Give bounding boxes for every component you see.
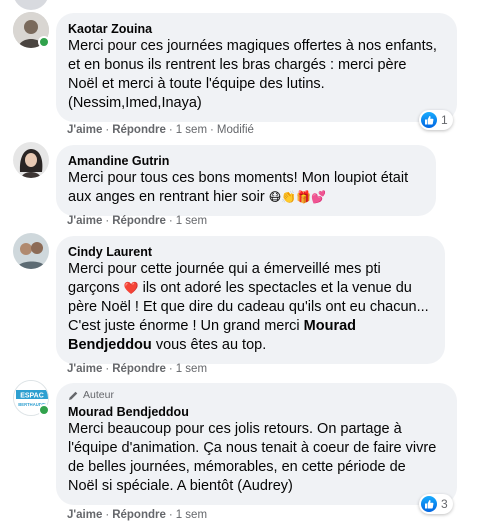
comment-actions: J'aime · Répondre · 1 sem [67, 363, 208, 375]
reply-button[interactable]: Répondre [112, 124, 166, 136]
avatar-partial[interactable] [13, 0, 49, 10]
reply-button[interactable]: Répondre [112, 509, 166, 521]
author-badge: Auteur [68, 389, 445, 402]
emoji-gift: 🎁 [296, 190, 312, 205]
comment-actions: J'aime · Répondre · 1 sem [67, 509, 208, 521]
reply-button[interactable]: Répondre [112, 215, 166, 227]
comment-bubble: Auteur Mourad Bendjeddou Merci beaucoup … [56, 383, 457, 505]
comment-bubble: Amandine Gutrin Merci pour tous ces bons… [56, 145, 436, 216]
like-button[interactable]: J'aime [67, 509, 102, 521]
like-reaction-icon [421, 112, 437, 128]
comment-text: Merci pour cette journée qui a émerveill… [68, 261, 429, 353]
reaction-summary[interactable]: 3 [419, 494, 453, 514]
comment-text: Merci pour tous ces bons moments! Mon lo… [68, 170, 409, 205]
reaction-count: 1 [441, 113, 448, 127]
reply-button[interactable]: Répondre [112, 363, 166, 375]
like-button[interactable]: J'aime [67, 363, 102, 375]
timestamp[interactable]: 1 sem [176, 215, 207, 227]
svg-text:ESPAC: ESPAC [20, 393, 44, 400]
comment-actions: J'aime · Répondre · 1 sem [67, 215, 208, 227]
avatar[interactable] [13, 233, 49, 269]
comment-bubble: Cindy Laurent Merci pour cette journée q… [56, 236, 445, 364]
emoji-red-heart: ❤️ [123, 281, 139, 296]
emoji-hearts: 💕 [311, 190, 327, 205]
mention-link[interactable]: Mourad [304, 318, 356, 334]
comment-author[interactable]: Mourad Bendjeddou [68, 404, 445, 420]
comment-author[interactable]: Kaotar Zouina [68, 21, 445, 37]
timestamp[interactable]: 1 sem [176, 509, 207, 521]
online-status-dot [38, 404, 50, 416]
comment-text: Merci beaucoup pour ces jolis retours. O… [68, 421, 437, 494]
avatar-image [13, 142, 49, 178]
like-button[interactable]: J'aime [67, 215, 102, 227]
comment-author[interactable]: Cindy Laurent [68, 244, 433, 260]
avatar-image [13, 233, 49, 269]
mention-link[interactable]: Bendjeddou [68, 337, 152, 353]
comment-author[interactable]: Amandine Gutrin [68, 153, 424, 169]
avatar[interactable] [13, 142, 49, 178]
pencil-icon [68, 390, 79, 401]
comment-actions: J'aime · Répondre · 1 sem · Modifié [67, 124, 254, 136]
comment-bubble: Kaotar Zouina Merci pour ces journées ma… [56, 13, 457, 122]
timestamp[interactable]: 1 sem [176, 363, 207, 375]
comment-text: Merci pour ces journées magiques offerte… [68, 38, 437, 111]
like-reaction-icon [421, 496, 437, 512]
reaction-summary[interactable]: 1 [419, 110, 453, 130]
reaction-count: 3 [441, 497, 448, 511]
emoji-mask: 😷 [268, 190, 282, 205]
timestamp[interactable]: 1 sem [176, 124, 207, 136]
online-status-dot [38, 36, 50, 48]
like-button[interactable]: J'aime [67, 124, 102, 136]
edited-label[interactable]: Modifié [217, 124, 254, 136]
emoji-clap: 👏 [281, 190, 297, 205]
